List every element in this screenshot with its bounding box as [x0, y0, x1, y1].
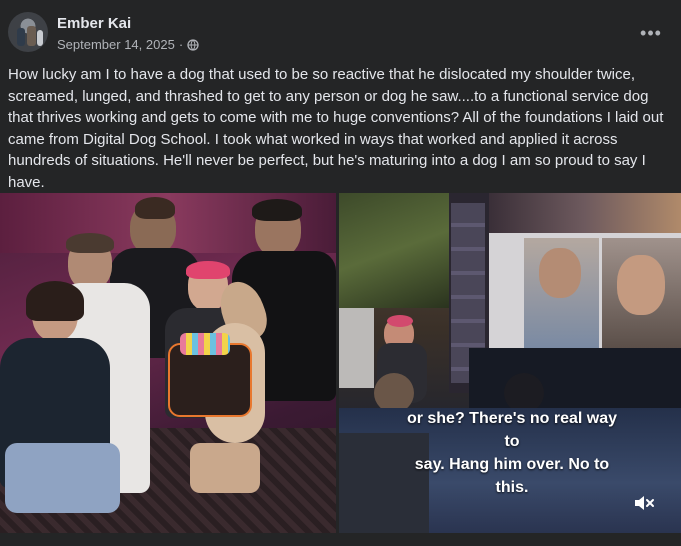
caption-line: say. Hang him over. No to	[414, 456, 610, 473]
post-date[interactable]: September 14, 2025	[57, 37, 175, 52]
video-caption: or she? There's no real way to say. Hang…	[387, 407, 637, 499]
post-meta: September 14, 2025 ·	[57, 37, 199, 52]
more-horizontal-icon: •••	[640, 22, 662, 43]
meta-separator: ·	[178, 37, 184, 52]
caption-line: this.	[495, 479, 529, 496]
more-options-button[interactable]: •••	[634, 16, 668, 50]
post-body-text: How lucky am I to have a dog that used t…	[8, 66, 664, 191]
speaker-muted-icon[interactable]	[633, 493, 657, 513]
convention-video[interactable]: or she? There's no real way to say. Hang…	[339, 193, 681, 533]
avatar[interactable]	[8, 12, 48, 52]
post-media: or she? There's no real way to say. Hang…	[0, 193, 681, 546]
post-card: Ember Kai September 14, 2025 · ••• How l…	[0, 0, 681, 546]
post-header: Ember Kai September 14, 2025 · •••	[8, 12, 668, 56]
globe-icon	[187, 38, 199, 51]
caption-line: to	[504, 433, 520, 450]
group-photo-with-dog[interactable]	[0, 193, 336, 533]
caption-line: or she? There's no real way	[406, 410, 618, 427]
author-name[interactable]: Ember Kai	[57, 15, 131, 32]
